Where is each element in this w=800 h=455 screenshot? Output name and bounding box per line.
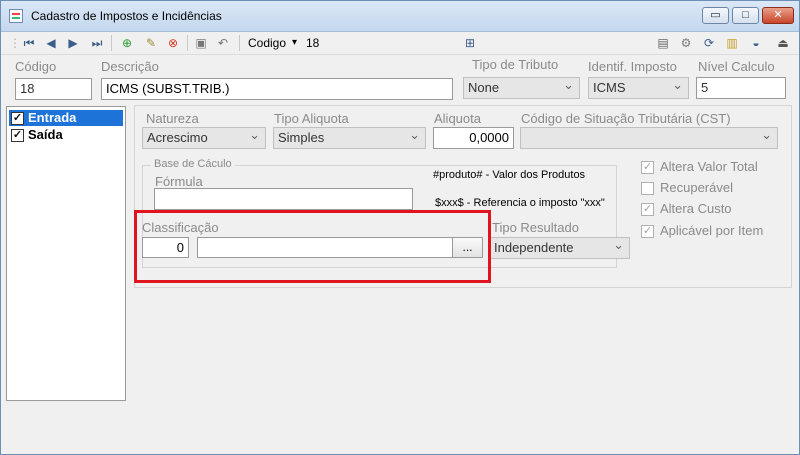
tipo-aliquota-select[interactable]: Simples xyxy=(273,127,426,149)
tipo-resultado-label: Tipo Resultado xyxy=(492,220,579,235)
recuperavel-label: Recuperável xyxy=(660,180,733,195)
tipo-aliquota-label: Tipo Aliquota xyxy=(274,111,349,126)
save-icon[interactable]: ▣ xyxy=(193,35,209,51)
note-produto: #produto# - Valor dos Produtos xyxy=(433,169,586,181)
altera-custo-label: Altera Custo xyxy=(660,201,732,216)
altera-valor-total-checkbox[interactable]: ✓ xyxy=(641,161,654,174)
natureza-label: Natureza xyxy=(146,111,199,126)
grid-view-icon[interactable]: ⊞ xyxy=(462,35,478,51)
title-bar: Cadastro de Impostos e Incidências ▭ □ ✕ xyxy=(1,1,799,32)
undo-icon[interactable]: ↶ xyxy=(215,35,231,51)
altera-custo-checkbox[interactable]: ✓ xyxy=(641,203,654,216)
edit-icon[interactable]: ✎ xyxy=(143,35,159,51)
last-record-icon[interactable]: ⏭ xyxy=(89,35,105,51)
first-record-icon[interactable]: ⏮ xyxy=(21,35,37,51)
exit-icon[interactable]: ⏏ xyxy=(775,35,791,51)
base-calculo-title: Base de Cáculo xyxy=(151,158,235,170)
aplicavel-por-item-checkbox[interactable]: ✓ xyxy=(641,225,654,238)
descricao-field[interactable]: ICMS (SUBST.TRIB.) xyxy=(101,78,453,100)
note-xxx: $xxx$ - Referencia o imposto "xxx" xyxy=(435,197,605,209)
aliquota-field[interactable]: 0,0000 xyxy=(433,127,514,149)
app-icon xyxy=(9,9,23,23)
codigo-dropdown-label[interactable]: Codigo xyxy=(248,35,286,51)
identif-imposto-label: Identif. Imposto xyxy=(588,59,677,74)
codigo-field[interactable]: 18 xyxy=(15,78,92,100)
checkbox[interactable]: ✓ xyxy=(11,112,24,125)
checkbox[interactable]: ✓ xyxy=(11,129,24,142)
note-icon[interactable]: ▥ xyxy=(724,35,740,51)
nivel-calculo-field[interactable]: 5 xyxy=(696,77,786,99)
formula-field[interactable] xyxy=(154,188,413,210)
recuperavel-checkbox[interactable] xyxy=(641,182,654,195)
report-icon[interactable]: ▤ xyxy=(655,35,671,51)
nivel-calculo-label: Nível Calculo xyxy=(698,59,775,74)
tipo-resultado-select[interactable]: Independente xyxy=(489,237,630,259)
main-window: Cadastro de Impostos e Incidências ▭ □ ✕… xyxy=(0,0,800,455)
cst-label: Código de Situação Tributária (CST) xyxy=(521,111,731,126)
toolbar-separator xyxy=(111,35,112,51)
descricao-label: Descrição xyxy=(101,59,159,74)
tipo-tributo-label: Tipo de Tributo xyxy=(472,57,559,72)
minimize-button[interactable]: ▭ xyxy=(702,7,729,24)
toolbar-separator xyxy=(239,35,240,51)
aplicavel-por-item-label: Aplicável por Item xyxy=(660,223,764,238)
incidence-list: ✓ Entrada ✓ Saída xyxy=(6,106,126,401)
tipo-tributo-select[interactable]: None xyxy=(463,77,580,99)
previous-record-icon[interactable]: ◀ xyxy=(43,35,59,51)
list-item-label: Entrada xyxy=(28,110,77,125)
cst-select[interactable] xyxy=(520,127,778,149)
delete-icon[interactable]: ⊗ xyxy=(165,35,181,51)
formula-label: Fórmula xyxy=(155,174,203,189)
maximize-button[interactable]: □ xyxy=(732,7,759,24)
close-button[interactable]: ✕ xyxy=(762,7,794,24)
add-icon[interactable]: ⊕ xyxy=(119,35,135,51)
next-record-icon[interactable]: ▶ xyxy=(65,35,81,51)
toolbar-separator xyxy=(187,35,188,51)
list-item-entrada[interactable]: ✓ Entrada xyxy=(9,110,123,126)
user-icon[interactable]: ◒ xyxy=(748,35,764,51)
highlight-box xyxy=(134,210,491,283)
altera-valor-total-label: Altera Valor Total xyxy=(660,159,758,174)
natureza-select[interactable]: Acrescimo xyxy=(142,127,266,149)
window-title: Cadastro de Impostos e Incidências xyxy=(31,9,222,23)
list-item-saida[interactable]: ✓ Saída xyxy=(9,127,123,143)
toolbar: ⋮ ⏮ ◀ ▶ ⏭ ⊕ ✎ ⊗ ▣ ↶ Codigo ▾ 18 ⊞ ▤ ⚙ ⟳ … xyxy=(1,32,799,55)
identif-imposto-select[interactable]: ICMS xyxy=(588,77,689,99)
list-item-label: Saída xyxy=(28,127,63,142)
refresh-icon[interactable]: ⟳ xyxy=(701,35,717,51)
codigo-label: Código xyxy=(15,59,57,74)
codigo-toolbar-value: 18 xyxy=(306,36,320,50)
settings-icon[interactable]: ⚙ xyxy=(678,35,694,51)
aliquota-label: Aliquota xyxy=(434,111,481,126)
chevron-down-icon[interactable]: ▾ xyxy=(292,35,297,51)
